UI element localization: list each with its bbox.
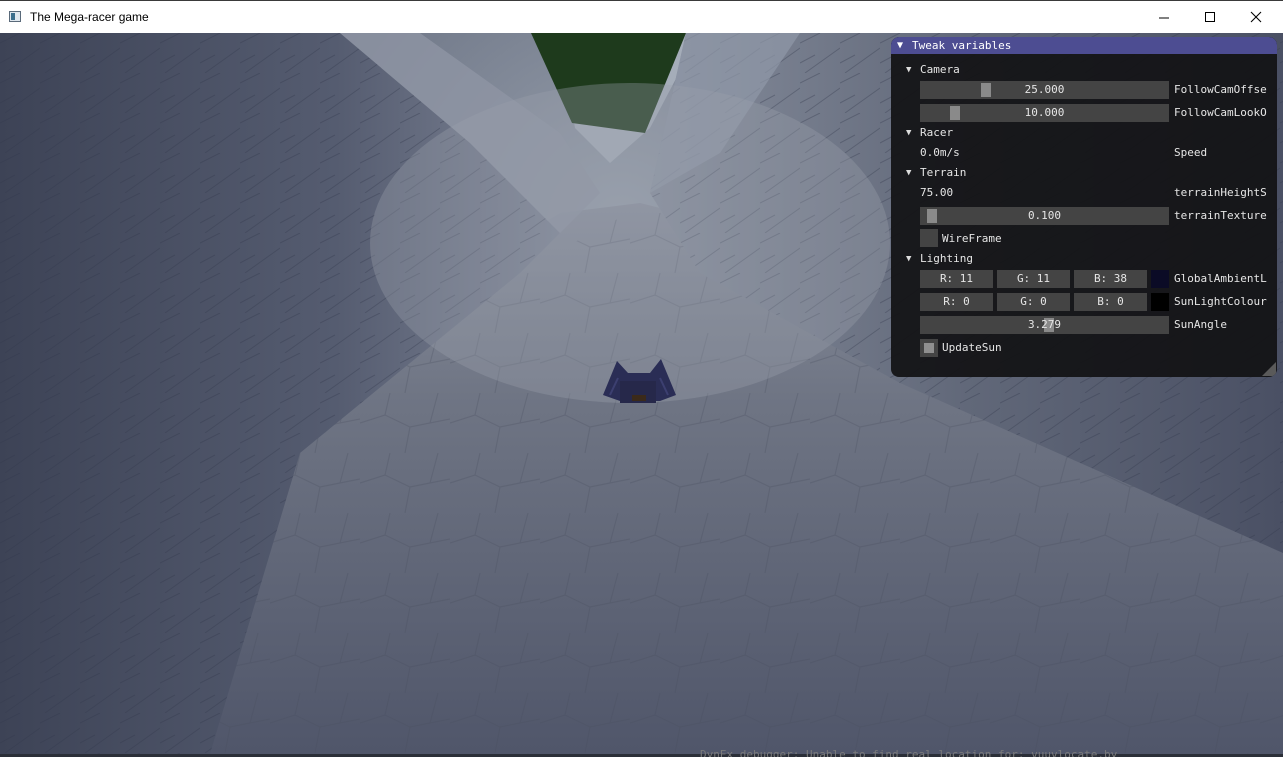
field-label: GlobalAmbientL: [1174, 272, 1267, 285]
sun-angle-slider[interactable]: 3.279: [920, 316, 1169, 334]
maximize-button[interactable]: [1187, 1, 1233, 33]
ambient-color-swatch[interactable]: [1151, 270, 1169, 288]
field-label: FollowCamOffse: [1174, 83, 1267, 96]
channel-value: B: 0: [1097, 295, 1124, 308]
section-racer[interactable]: Racer: [920, 126, 953, 139]
window-title: The Mega-racer game: [30, 10, 149, 24]
terrain-texture-slider[interactable]: 0.100: [920, 207, 1169, 225]
section-arrow-icon[interactable]: ▼: [906, 65, 911, 75]
field-label: SunLightColour: [1174, 295, 1267, 308]
maximize-icon: [1205, 12, 1215, 22]
section-terrain[interactable]: Terrain: [920, 166, 966, 179]
channel-value: G: 11: [1016, 272, 1051, 285]
follow-cam-offset-slider[interactable]: 25.000: [920, 81, 1169, 99]
follow-cam-look-slider[interactable]: 10.000: [920, 104, 1169, 122]
field-label: FollowCamLookO: [1174, 106, 1267, 119]
sun-b-input[interactable]: B: 0: [1074, 293, 1147, 311]
speed-value: 0.0m/s: [920, 146, 960, 159]
section-lighting[interactable]: Lighting: [920, 252, 973, 265]
field-label: Speed: [1174, 146, 1208, 159]
window-titlebar[interactable]: The Mega-racer game: [0, 0, 1283, 33]
sun-color-swatch[interactable]: [1151, 293, 1169, 311]
collapse-arrow-icon[interactable]: ▼: [897, 40, 903, 51]
close-icon: [1250, 11, 1262, 23]
section-camera[interactable]: Camera: [920, 63, 960, 76]
field-label: terrainTexture: [1174, 209, 1267, 222]
wireframe-checkbox[interactable]: [920, 229, 938, 247]
field-label: SunAngle: [1174, 318, 1227, 331]
tweak-variables-panel[interactable]: ▼ Tweak variables ▼ Camera 25.000 Follow…: [891, 37, 1277, 377]
app-window-icon: [9, 11, 21, 22]
field-label: terrainHeightS: [1174, 186, 1267, 199]
checkbox-label[interactable]: UpdateSun: [942, 341, 1002, 354]
close-button[interactable]: [1233, 1, 1279, 33]
console-output: DynEx debugger: Unable to find real loca…: [700, 748, 1200, 757]
ambient-r-input[interactable]: R: 11: [920, 270, 993, 288]
channel-value: R: 11: [939, 272, 974, 285]
ambient-g-input[interactable]: G: 11: [997, 270, 1070, 288]
slider-value: 0.100: [1027, 209, 1062, 222]
console-text: DynEx debugger: Unable to find real loca…: [700, 748, 1118, 757]
section-arrow-icon[interactable]: ▼: [906, 168, 911, 178]
channel-value: B: 38: [1093, 272, 1128, 285]
minimize-icon: [1159, 17, 1169, 19]
slider-value: 3.279: [1027, 318, 1062, 331]
section-arrow-icon[interactable]: ▼: [906, 128, 911, 138]
terrain-height-value: 75.00: [920, 186, 954, 199]
resize-grip[interactable]: [1262, 362, 1276, 376]
sun-r-input[interactable]: R: 0: [920, 293, 993, 311]
slider-value: 25.000: [1024, 83, 1065, 96]
sun-g-input[interactable]: G: 0: [997, 293, 1070, 311]
ambient-b-input[interactable]: B: 38: [1074, 270, 1147, 288]
panel-header[interactable]: ▼ Tweak variables: [891, 37, 1277, 54]
channel-value: G: 0: [1020, 295, 1047, 308]
update-sun-checkbox[interactable]: [920, 339, 938, 357]
checkbox-label[interactable]: WireFrame: [942, 232, 1002, 245]
minimize-button[interactable]: [1141, 1, 1187, 33]
section-arrow-icon[interactable]: ▼: [906, 254, 911, 264]
channel-value: R: 0: [943, 295, 970, 308]
slider-value: 10.000: [1024, 106, 1065, 119]
panel-title: Tweak variables: [912, 39, 1012, 52]
